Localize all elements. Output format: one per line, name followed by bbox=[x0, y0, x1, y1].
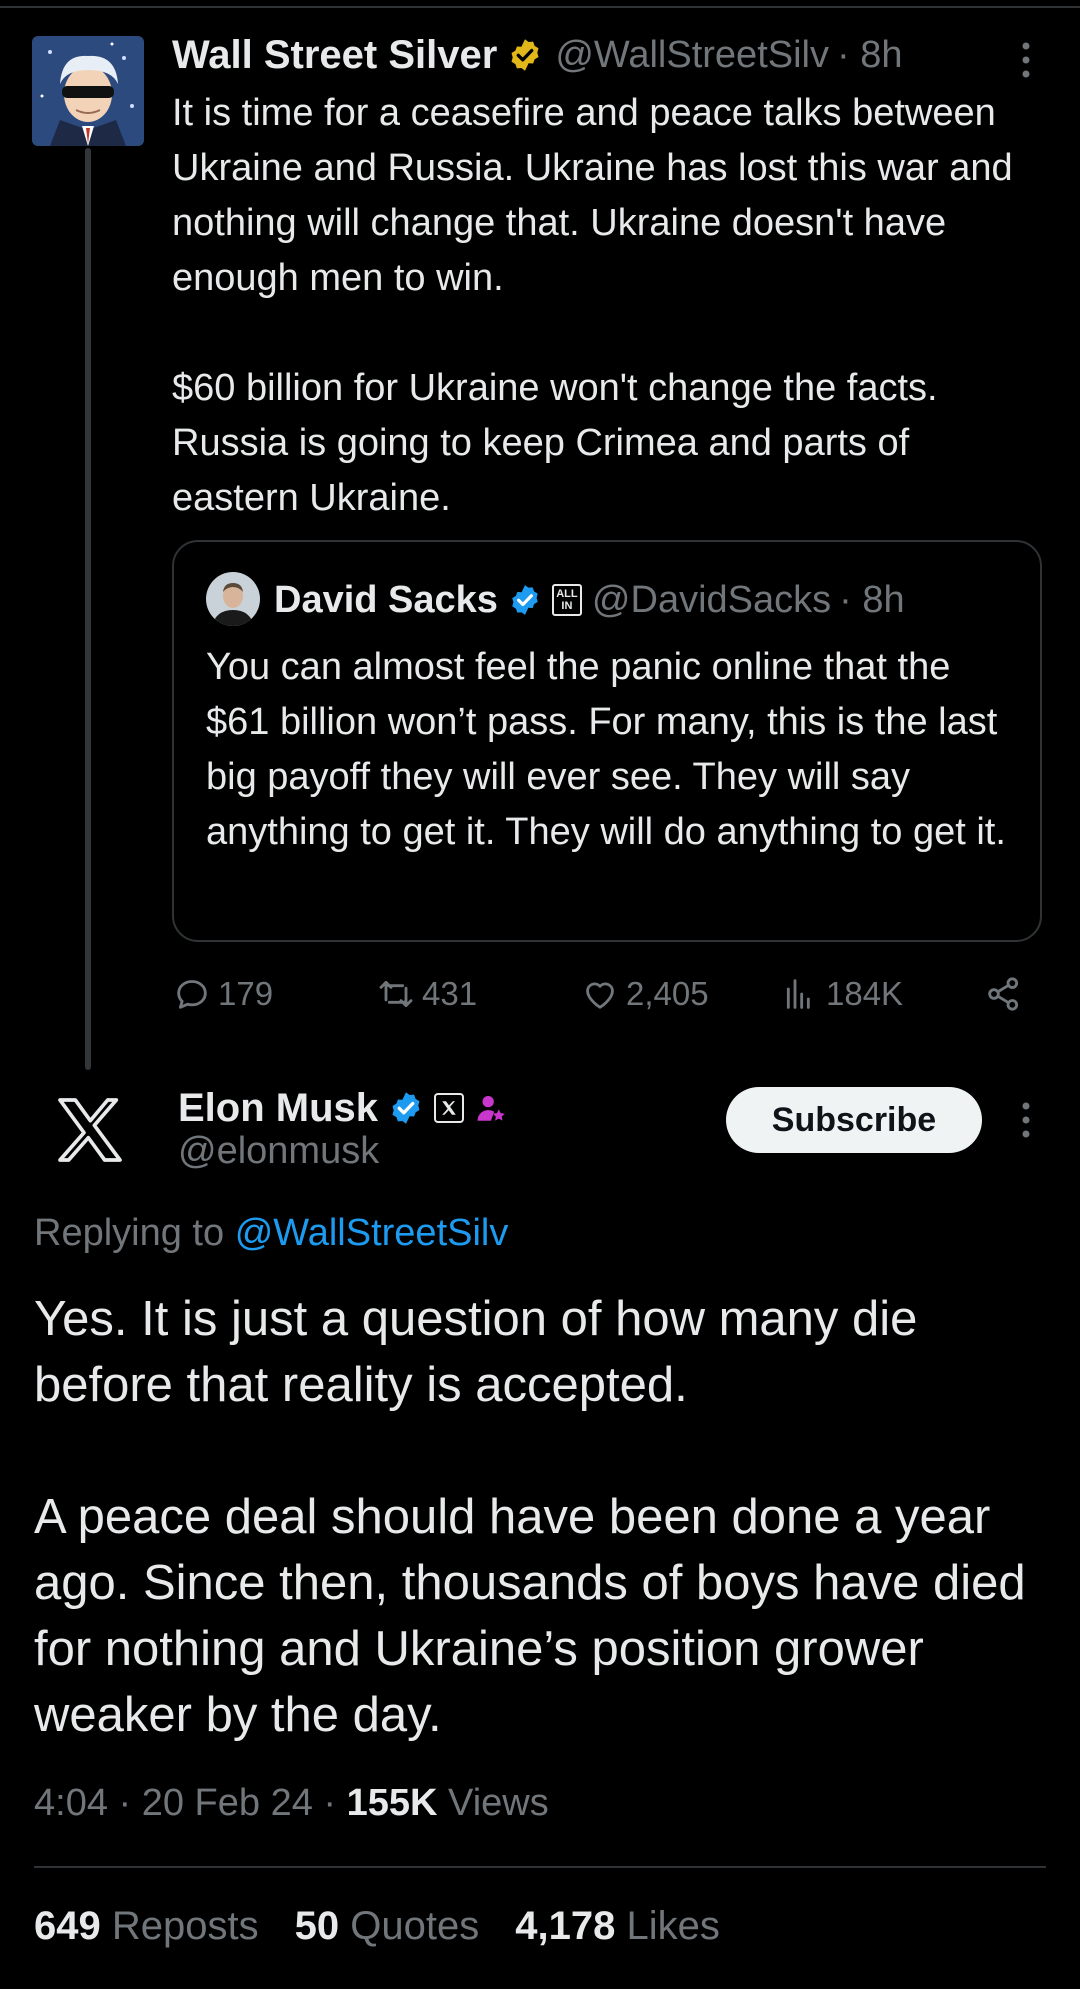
likes-label: Likes bbox=[626, 1904, 720, 1948]
quotes-label: Quotes bbox=[350, 1904, 480, 1948]
parent-display-name[interactable]: Wall Street Silver bbox=[172, 33, 497, 78]
repost-button[interactable]: 431 bbox=[376, 968, 477, 1020]
main-tweet-text: Yes. It is just a question of how many d… bbox=[34, 1292, 1026, 1742]
x-logo-icon[interactable] bbox=[50, 1090, 130, 1170]
top-divider bbox=[0, 6, 1080, 8]
reply-button[interactable]: 179 bbox=[172, 968, 273, 1020]
replying-to-line: Replying to @WallStreetSilv bbox=[34, 1212, 508, 1255]
reposts-count: 649 bbox=[34, 1904, 101, 1948]
replying-to-link[interactable]: @WallStreetSilv bbox=[235, 1212, 509, 1254]
views-label: Views bbox=[448, 1782, 549, 1824]
quoted-tweet-card[interactable]: David Sacks ALL IN @DavidSacks · 8h You … bbox=[172, 540, 1042, 942]
main-tweet-name-row: Elon Musk bbox=[178, 1080, 508, 1136]
repost-icon bbox=[379, 980, 413, 1008]
x-affiliate-icon bbox=[434, 1093, 465, 1123]
share-icon bbox=[988, 977, 1019, 1011]
parent-tweet-header: Wall Street Silver @WallStreetSilv · 8h bbox=[172, 30, 902, 80]
views-icon bbox=[786, 979, 810, 1009]
like-button[interactable]: 2,405 bbox=[580, 968, 709, 1020]
quoted-tweet-header: David Sacks ALL IN @DavidSacks · 8h bbox=[274, 572, 905, 628]
more-icon[interactable] bbox=[1018, 40, 1034, 80]
parent-handle[interactable]: @WallStreetSilv bbox=[555, 34, 829, 77]
repost-count: 431 bbox=[422, 975, 478, 1012]
reply-icon bbox=[177, 980, 207, 1009]
main-handle[interactable]: @elonmusk bbox=[178, 1130, 379, 1173]
views-button[interactable]: 184K bbox=[780, 968, 903, 1020]
share-button[interactable] bbox=[984, 968, 1030, 1020]
quoted-display-name: David Sacks bbox=[274, 578, 498, 621]
quoted-tweet-text: You can almost feel the panic online tha… bbox=[206, 646, 1008, 853]
davidsacks-avatar bbox=[206, 572, 260, 626]
reposts-stat[interactable]: 649 Reposts bbox=[34, 1904, 259, 1949]
parent-action-bar: 179 431 2,405 184K bbox=[172, 968, 1042, 1020]
subscribe-button[interactable]: Subscribe bbox=[726, 1087, 982, 1153]
person-badge-icon bbox=[474, 1091, 508, 1125]
likes-count: 4,178 bbox=[515, 1904, 616, 1948]
views-count: 184K bbox=[826, 975, 904, 1012]
quoted-time: · 8h bbox=[839, 578, 905, 621]
parent-time[interactable]: · 8h bbox=[837, 34, 902, 77]
gold-verified-icon bbox=[507, 37, 543, 73]
quoted-handle: @DavidSacks bbox=[591, 578, 832, 621]
thread-connector bbox=[85, 148, 91, 1070]
main-display-name[interactable]: Elon Musk bbox=[178, 1086, 378, 1131]
likes-stat[interactable]: 4,178 Likes bbox=[515, 1904, 720, 1949]
quotes-stat[interactable]: 50 Quotes bbox=[295, 1904, 480, 1949]
tweet-meta: 4:04 · 20 Feb 24 · 155K Views bbox=[34, 1782, 549, 1825]
more-icon[interactable] bbox=[1018, 1100, 1034, 1140]
wallstreetsilver-avatar[interactable] bbox=[32, 36, 144, 146]
replying-prefix: Replying to bbox=[34, 1212, 225, 1254]
timestamp[interactable]: 4:04 · 20 Feb 24 · bbox=[34, 1782, 336, 1824]
allin-affiliate-badge: ALL IN bbox=[551, 584, 582, 616]
allin-badge-line1: ALL bbox=[556, 588, 578, 600]
blue-verified-icon bbox=[508, 583, 542, 617]
blue-verified-icon bbox=[388, 1090, 424, 1126]
like-icon bbox=[586, 982, 614, 1009]
reposts-label: Reposts bbox=[111, 1904, 259, 1948]
engagement-stats: 649 Reposts 50 Quotes 4,178 Likes bbox=[34, 1904, 756, 1949]
views-total: 155K bbox=[346, 1782, 438, 1824]
stats-divider bbox=[34, 1866, 1046, 1868]
allin-badge-line2: IN bbox=[561, 600, 573, 612]
reply-count: 179 bbox=[218, 975, 274, 1012]
parent-tweet-text: It is time for a ceasefire and peace tal… bbox=[172, 92, 1013, 519]
like-count: 2,405 bbox=[626, 975, 709, 1012]
quotes-count: 50 bbox=[294, 1904, 340, 1948]
